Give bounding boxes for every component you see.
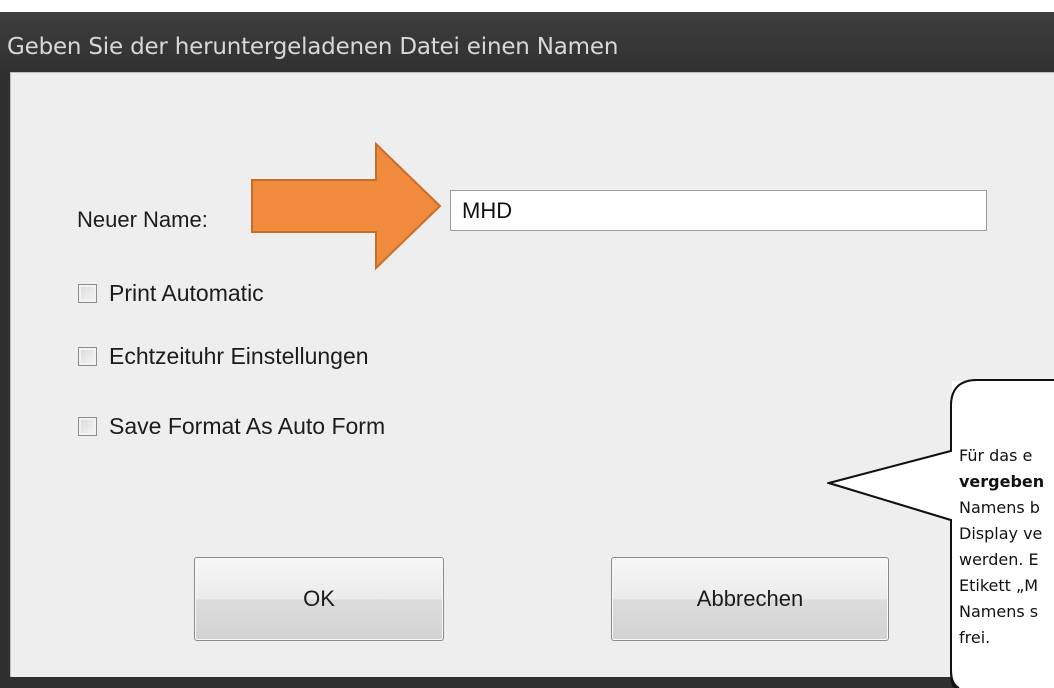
new-name-label: Neuer Name: [77, 207, 208, 232]
checkbox-label: Save Format As Auto Form [109, 413, 386, 439]
callout-line: Namens b [959, 498, 1040, 517]
new-name-input[interactable] [450, 190, 987, 231]
checkbox-box[interactable] [78, 417, 97, 436]
checkbox-box[interactable] [78, 284, 97, 303]
callout-line: vergeben [959, 472, 1045, 491]
callout-line: Etikett „M [959, 576, 1039, 595]
checkbox-label: Echtzeituhr Einstellungen [109, 343, 369, 369]
callout-text: Für das e vergeben Namens b Display ve w… [959, 443, 1054, 688]
callout-line: werden. E [959, 550, 1039, 569]
callout-line: frei. [959, 628, 991, 647]
ok-button[interactable]: OK [194, 557, 444, 641]
callout-line: Display ve [959, 524, 1043, 543]
callout-line: Namens s [959, 602, 1039, 621]
callout-line: Für das e [959, 446, 1033, 465]
checkbox-label: Print Automatic [109, 280, 264, 306]
arrow-right-icon [251, 142, 442, 270]
checkbox-box[interactable] [78, 347, 97, 366]
dialog-layer: Neuer Name: Print Automatic Echtzeituhr … [0, 0, 1054, 688]
